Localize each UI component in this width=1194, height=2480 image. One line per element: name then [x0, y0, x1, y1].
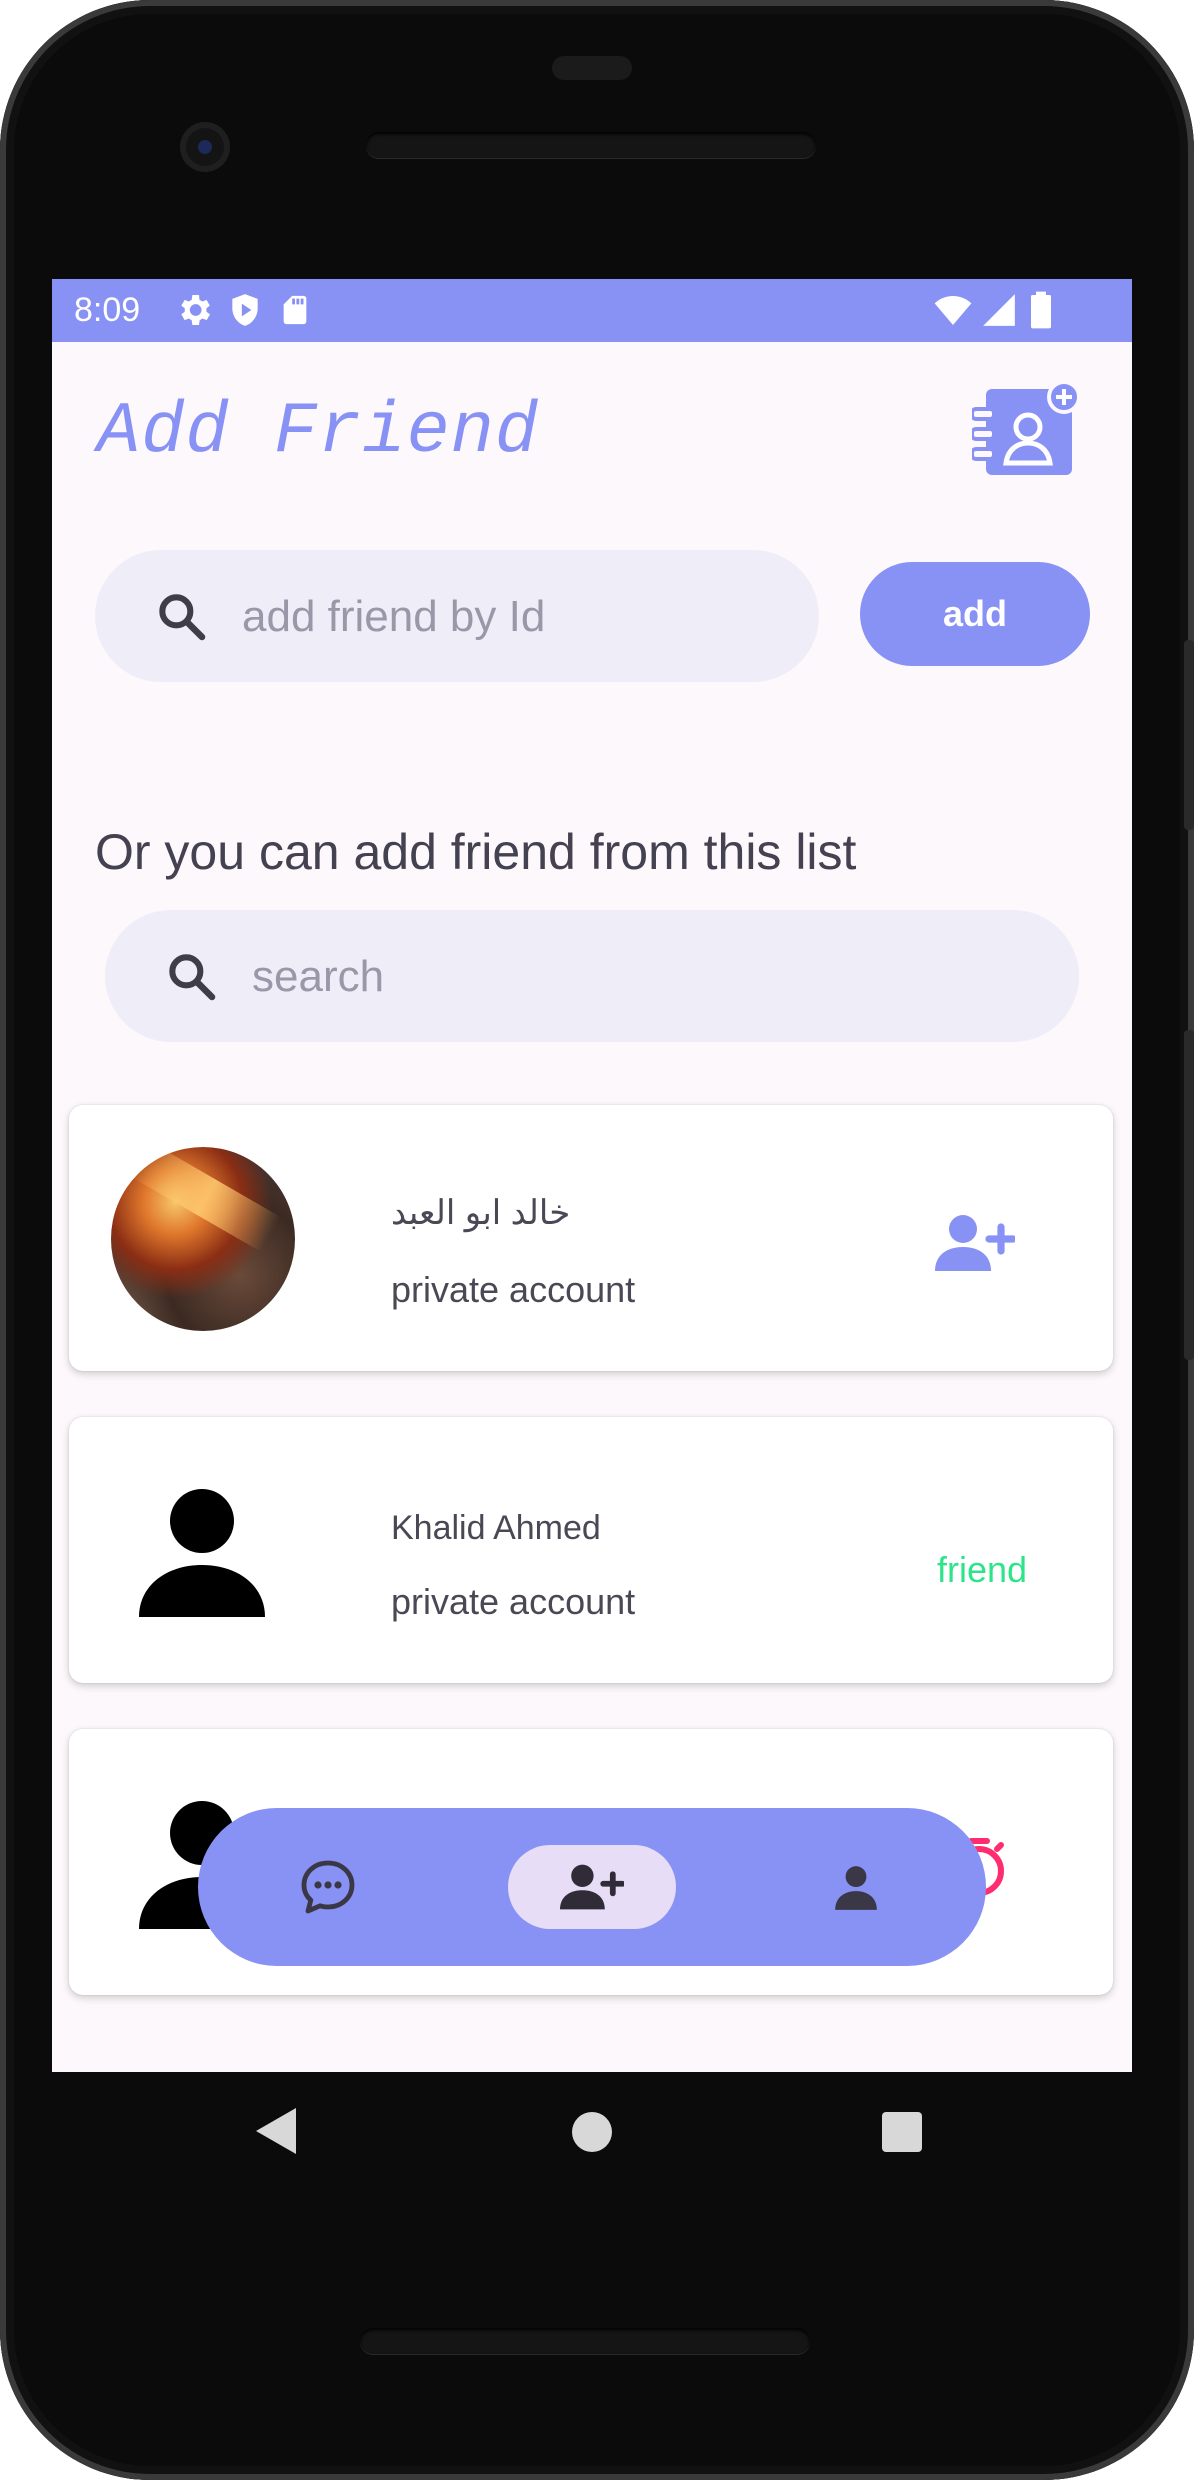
add-button[interactable]: add [860, 562, 1090, 666]
add-friend-id-field[interactable]: add friend by Id [95, 550, 819, 682]
settings-icon [181, 295, 210, 325]
add-person-icon[interactable] [935, 1211, 1015, 1275]
sd-card-icon [283, 295, 307, 325]
page-title: Add Friend [97, 391, 540, 473]
volume-button [1184, 1030, 1194, 1360]
account-type: private account [391, 1581, 636, 1622]
battery-icon [1031, 291, 1051, 329]
back-icon[interactable] [256, 2108, 296, 2154]
list-search-placeholder: search [252, 952, 385, 1001]
status-time: 8:09 [74, 291, 141, 329]
add-person-icon [560, 1864, 624, 1910]
recents-icon[interactable] [882, 2112, 922, 2152]
account-type: private account [391, 1269, 636, 1310]
nav-add-friend[interactable] [552, 1808, 632, 1966]
app-screen: 8:09 Add Friend add friend by Id add Or … [52, 279, 1132, 2072]
status-bar: 8:09 [52, 279, 1132, 342]
user-card[interactable]: خالد ابو العبد private account [69, 1105, 1113, 1371]
person-placeholder-icon [139, 1489, 265, 1617]
person-icon [835, 1866, 877, 1910]
add-friend-id-placeholder: add friend by Id [242, 592, 546, 641]
home-icon[interactable] [572, 2112, 612, 2152]
bottom-speaker [360, 2328, 810, 2354]
wifi-icon [934, 296, 972, 325]
phone-frame: 8:09 Add Friend add friend by Id add Or … [0, 0, 1194, 2480]
shield-play-icon [232, 294, 258, 326]
chat-bubble-icon [301, 1860, 355, 1914]
nav-chats[interactable] [288, 1808, 368, 1966]
list-search-input[interactable]: search [105, 910, 1079, 1042]
user-card[interactable]: Khalid Ahmed private account friend [69, 1417, 1113, 1683]
earpiece [552, 56, 632, 80]
bottom-nav [198, 1808, 986, 1966]
user-name: Khalid Ahmed [391, 1509, 601, 1547]
top-speaker [366, 132, 816, 158]
list-subtitle: Or you can add friend from this list [95, 824, 857, 880]
cell-signal-icon [983, 294, 1015, 326]
contact-book-add-icon[interactable] [972, 381, 1082, 481]
power-button [1184, 640, 1194, 830]
search-icon [159, 594, 206, 641]
user-name: خالد ابو العبد [391, 1194, 571, 1232]
avatar [111, 1147, 295, 1331]
nav-profile[interactable] [816, 1808, 896, 1966]
front-camera [180, 122, 230, 172]
friend-status-label: friend [937, 1549, 1028, 1590]
search-icon [169, 954, 216, 1001]
system-nav-bar [0, 2072, 1194, 2202]
